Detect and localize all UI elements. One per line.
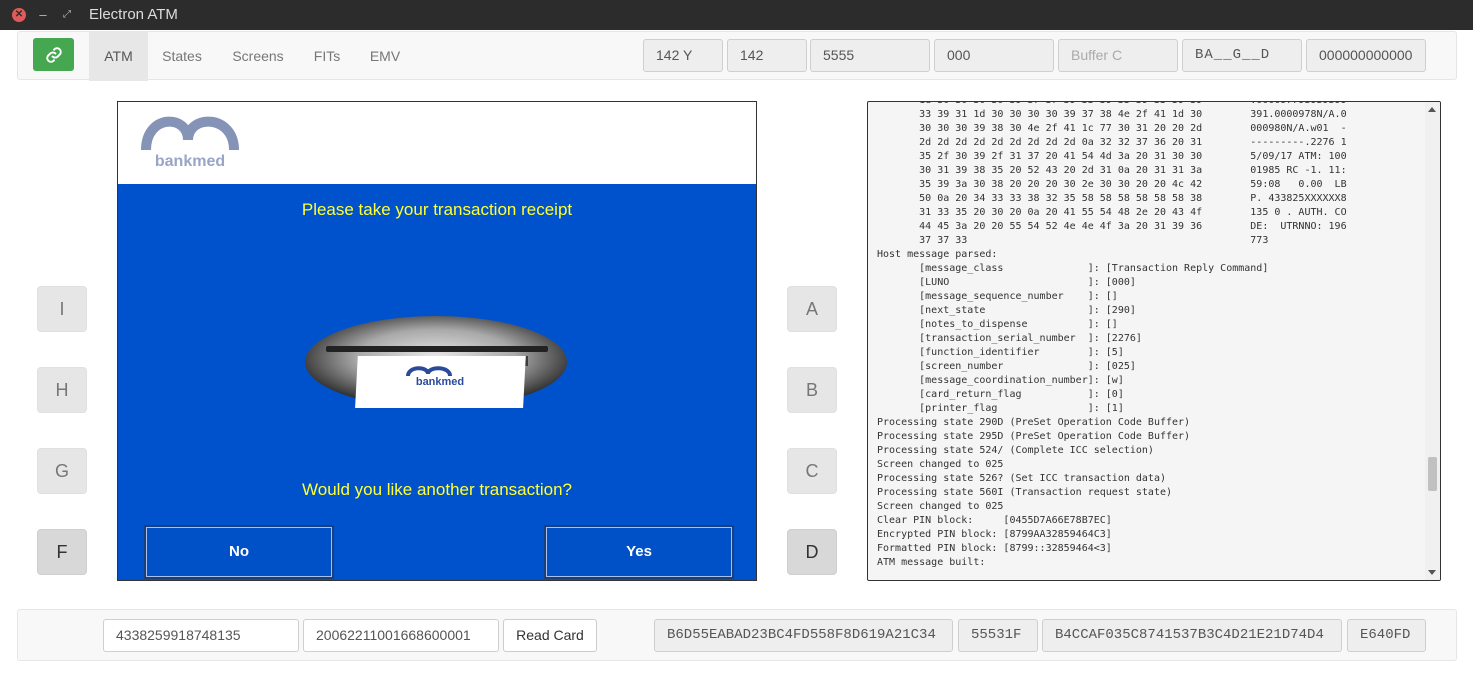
log-line: 33 39 31 1d 30 30 30 30 39 37 38 4e 2f 4… [877, 109, 1347, 120]
log-line: [printer_flag ]: [1] [877, 403, 1124, 414]
log-text: 1d 30 30 30 30 39 37 37 39 33 39 33 39 3… [877, 102, 1425, 570]
tab-screens[interactable]: Screens [218, 32, 298, 81]
screen-header: bankmed [118, 102, 756, 184]
maximize-icon[interactable]: ⤢ [60, 8, 74, 22]
pin-key-kcv-field: E640FD [1347, 619, 1426, 652]
log-line: 1d 30 30 30 30 39 37 37 39 33 39 33 39 3… [877, 102, 1425, 108]
track2-input[interactable]: 20062211001668600001 [303, 619, 499, 652]
log-line: 2d 2d 2d 2d 2d 2d 2d 2d 2d 0a 32 32 37 3… [877, 137, 1347, 148]
log-line: 35 2f 30 39 2f 31 37 20 41 54 4d 3a 20 3… [877, 151, 1347, 162]
log-line: [LUNO ]: [000] [877, 277, 1136, 288]
fdk-button-i[interactable]: I [37, 286, 87, 332]
log-line: 31 33 35 20 30 20 0a 20 41 55 54 48 2e 2… [877, 207, 1347, 218]
tab-emv[interactable]: EMV [356, 32, 414, 81]
log-panel[interactable]: 1d 30 30 30 30 39 37 37 39 33 39 33 39 3… [867, 101, 1441, 581]
log-line: [next_state ]: [290] [877, 305, 1136, 316]
log-line: 37 37 33 773 [877, 235, 1269, 246]
connect-button[interactable] [33, 38, 74, 71]
log-line: [transaction_serial_number ]: [2276] [877, 333, 1142, 344]
log-line: Encrypted PIN block: [8799AA32859464C3] [877, 529, 1112, 540]
screen-message-receipt: Please take your transaction receipt [301, 200, 573, 219]
state-field: 142 Y [643, 39, 723, 72]
pin-key-field: B4CCAF035C8741537B3C4D21E21D74D4 [1042, 619, 1342, 652]
fdk-button-a[interactable]: A [787, 286, 837, 332]
tab-atm[interactable]: ATM [89, 32, 148, 81]
master-key-kcv-field: 55531F [958, 619, 1038, 652]
fdk-button-f[interactable]: F [37, 529, 87, 575]
fdk-button-h[interactable]: H [37, 367, 87, 413]
terminal-id-field: 5555 [810, 39, 930, 72]
bank-logo: bankmed [141, 116, 239, 170]
card-number-input[interactable]: 4338259918748135 [103, 619, 299, 652]
read-card-button[interactable]: Read Card [503, 619, 597, 652]
window-title: Electron ATM [89, 6, 178, 23]
svg-text:bankmed: bankmed [416, 376, 464, 388]
log-line: Processing state 560I (Transaction reque… [877, 487, 1173, 498]
log-line: [notes_to_dispense ]: [] [877, 319, 1118, 330]
master-key-field: B6D55EABAD23BC4FD558F8D619A21C34 [654, 619, 953, 652]
screen-message-another: Would you like another transaction? [302, 480, 572, 499]
log-line: 35 39 3a 30 38 20 20 20 30 2e 30 30 20 2… [877, 179, 1347, 190]
log-line: 50 0a 20 34 33 33 38 32 35 58 58 58 58 5… [877, 193, 1347, 204]
log-line: Processing state 295D (PreSet Operation … [877, 431, 1191, 442]
scroll-thumb[interactable] [1428, 457, 1437, 491]
tab-states[interactable]: States [149, 32, 215, 81]
log-line: ATM message built: [877, 557, 986, 568]
buffer-c-field: Buffer C [1058, 39, 1178, 72]
link-icon [45, 46, 62, 63]
log-line: 44 45 3a 20 20 55 54 52 4e 4e 4f 3a 20 3… [877, 221, 1347, 232]
screen-field: 142 [727, 39, 807, 72]
fdk-button-c[interactable]: C [787, 448, 837, 494]
fdk-button-d[interactable]: D [787, 529, 837, 575]
opcode-buffer-field: BA__G__D [1182, 39, 1302, 72]
fdk-button-b[interactable]: B [787, 367, 837, 413]
receipt-illustration: bankmed [305, 316, 567, 408]
amount-buffer-field: 000000000000 [1306, 39, 1426, 72]
log-line: Processing state 526? (Set ICC transacti… [877, 473, 1166, 484]
log-line: [card_return_flag ]: [0] [877, 389, 1124, 400]
log-line: Processing state 290D (PreSet Operation … [877, 417, 1191, 428]
top-navbar: ATM States Screens FITs EMV 142 Y 142 55… [17, 31, 1457, 81]
svg-text:bankmed: bankmed [155, 153, 225, 170]
log-line: 30 31 39 38 35 20 52 43 20 2d 31 0a 20 3… [877, 165, 1347, 176]
log-line: Host message parsed: [877, 249, 998, 260]
fdk-button-g[interactable]: G [37, 448, 87, 494]
screen-yes-button[interactable]: Yes [544, 525, 734, 579]
log-line: [message_class ]: [Transaction Reply Com… [877, 263, 1269, 274]
card-reader-bar: 4338259918748135 20062211001668600001 Re… [17, 609, 1457, 661]
close-icon[interactable]: ✕ [12, 8, 26, 22]
log-line: Screen changed to 025 [877, 501, 1004, 512]
tab-fits[interactable]: FITs [301, 32, 353, 81]
log-line: Clear PIN block: [0455D7A66E78B7EC] [877, 515, 1112, 526]
atm-screen: bankmed Please take your transaction rec… [117, 101, 757, 581]
log-line: [message_coordination_number]: [w] [877, 375, 1124, 386]
luno-field: 000 [934, 39, 1054, 72]
log-line: [function_identifier ]: [5] [877, 347, 1124, 358]
log-line: [message_sequence_number ]: [] [877, 291, 1118, 302]
screen-no-button[interactable]: No [144, 525, 334, 579]
log-line: [screen_number ]: [025] [877, 361, 1136, 372]
log-line: 30 30 30 39 38 30 4e 2f 41 1c 77 30 31 2… [877, 123, 1347, 134]
log-line: Screen changed to 025 [877, 459, 1004, 470]
log-line: Processing state 524/ (Complete ICC sele… [877, 445, 1154, 456]
log-scrollbar[interactable] [1425, 102, 1440, 580]
minimize-icon[interactable]: – [36, 8, 50, 22]
log-line: Formatted PIN block: [8799::32859464<3] [877, 543, 1112, 554]
scroll-down-icon[interactable] [1428, 570, 1436, 575]
title-bar: ✕ – ⤢ Electron ATM [0, 0, 1473, 30]
scroll-up-icon[interactable] [1428, 107, 1436, 112]
